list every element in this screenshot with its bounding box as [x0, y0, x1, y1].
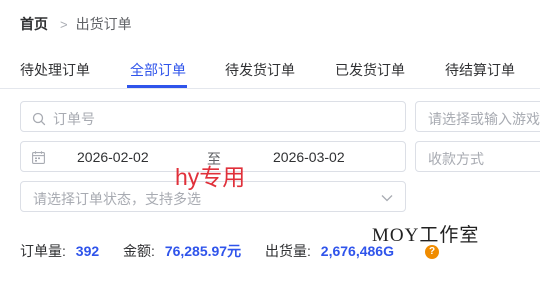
order-status-placeholder: 请选择订单状态，支持多选: [33, 191, 201, 207]
receive-method-select[interactable]: 收款方式: [415, 141, 540, 172]
shipped-label: 出货量:: [265, 243, 311, 259]
date-end[interactable]: 2026-03-02: [273, 149, 345, 165]
tab-shipped[interactable]: 已发货订单: [335, 60, 405, 80]
receive-method-placeholder: 收款方式: [428, 151, 484, 167]
tab-to-ship[interactable]: 待发货订单: [225, 60, 295, 80]
breadcrumb-separator: >: [60, 16, 68, 32]
order-number-placeholder: 订单号: [53, 111, 95, 127]
tab-all[interactable]: 全部订单: [130, 60, 186, 80]
game-select[interactable]: 请选择或输入游戏: [415, 101, 540, 132]
calendar-icon: [32, 151, 45, 164]
breadcrumb-current: 出货订单: [75, 16, 132, 32]
order-number-input[interactable]: 订单号: [20, 101, 406, 132]
order-stats: 订单量: 392 金额: 76,285.97元 出货量: 2,676,486G: [20, 241, 394, 261]
search-icon: [32, 112, 46, 126]
breadcrumb-home[interactable]: 首页: [20, 14, 48, 34]
watermark-hy: hy专用: [175, 164, 246, 190]
breadcrumb: 首页 > 出货订单: [20, 14, 132, 34]
order-count-value: 392: [75, 243, 100, 259]
shipped-value: 2,676,486G: [320, 243, 394, 259]
chevron-down-icon: [381, 195, 393, 202]
game-select-placeholder: 请选择或输入游戏: [428, 111, 540, 127]
tab-pending[interactable]: 待处理订单: [20, 60, 90, 80]
help-icon[interactable]: ?: [425, 245, 439, 259]
date-start[interactable]: 2026-02-02: [77, 149, 149, 165]
active-tab-indicator: [127, 85, 187, 88]
amount-label: 金额:: [123, 243, 155, 259]
amount-value: 76,285.97元: [164, 243, 242, 259]
tab-to-settle[interactable]: 待结算订单: [445, 60, 515, 80]
order-tabs: 待处理订单 全部订单 待发货订单 已发货订单 待结算订单: [0, 50, 540, 89]
order-count-label: 订单量:: [20, 243, 66, 259]
